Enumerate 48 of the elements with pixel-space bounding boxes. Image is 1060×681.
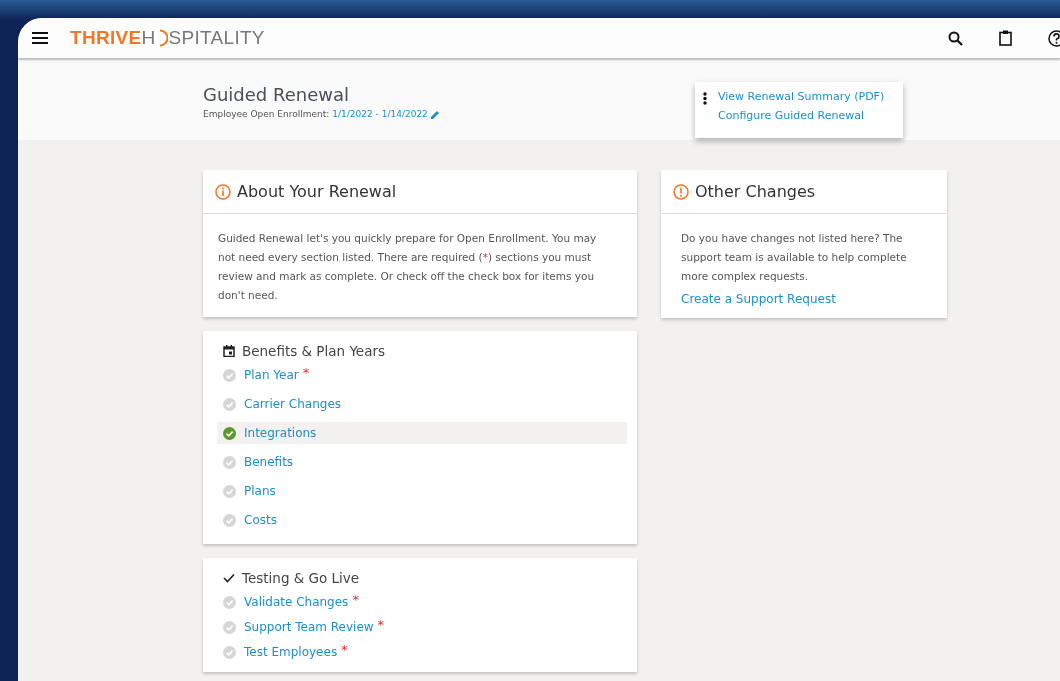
card-title: About Your Renewal xyxy=(237,182,397,201)
enrollment-label: Employee Open Enrollment: xyxy=(203,109,330,119)
brand-name: SPITALITY xyxy=(168,27,265,49)
required-asterisk: * xyxy=(302,365,310,380)
pending-check-icon[interactable] xyxy=(223,595,236,609)
support-request-link[interactable]: Create a Support Request xyxy=(661,292,947,318)
required-asterisk: * xyxy=(341,642,348,657)
card-title: Other Changes xyxy=(695,182,816,201)
search-icon[interactable] xyxy=(948,30,963,46)
clipboard-icon[interactable] xyxy=(999,30,1012,46)
arc-icon xyxy=(157,29,168,47)
pending-check-icon[interactable] xyxy=(223,620,236,634)
menu-icon[interactable] xyxy=(32,32,48,44)
info-icon xyxy=(215,183,231,200)
checkmark-icon xyxy=(223,573,235,583)
section-title: Benefits & Plan Years xyxy=(242,343,385,359)
section-item-link[interactable]: Benefits xyxy=(244,455,294,469)
pending-check-icon[interactable] xyxy=(223,513,236,527)
section-item-link[interactable]: Plan Year xyxy=(244,368,299,382)
alert-icon xyxy=(673,183,689,200)
pending-check-icon[interactable] xyxy=(223,484,236,498)
completed-check-icon[interactable] xyxy=(223,426,236,440)
section-title: Testing & Go Live xyxy=(242,570,360,586)
menu-item[interactable]: Configure Guided Renewal xyxy=(718,109,885,122)
page-title: Guided Renewal xyxy=(203,84,349,105)
required-asterisk: * xyxy=(377,617,385,632)
brand-name: H xyxy=(141,27,156,49)
other-changes-text: Do you have changes not listed here? The support team is available to help complete more complex requests. xyxy=(680,231,908,284)
required-asterisk: * xyxy=(352,592,359,607)
menu-item[interactable]: View Renewal Summary (PDF) xyxy=(718,90,885,103)
section-item-link[interactable]: Support Team Review xyxy=(244,620,374,634)
more-icon[interactable] xyxy=(703,92,707,105)
section-item-link[interactable]: Costs xyxy=(244,513,277,527)
pending-check-icon[interactable] xyxy=(223,368,236,382)
pending-check-icon[interactable] xyxy=(223,397,236,411)
about-text: Guided Renewal let's you quickly prepare for Open Enrollment. You may not need every section listed. There are required (*) sections you must review and mark as complete. Or check off the check box for items you don't need. xyxy=(217,231,598,303)
brand-name: THRIVE xyxy=(70,27,142,49)
pencil-icon[interactable] xyxy=(430,109,440,119)
section-item-link[interactable]: Carrier Changes xyxy=(244,397,342,411)
calendar-icon xyxy=(223,345,235,357)
section-item-link[interactable]: Plans xyxy=(244,484,276,498)
section-item-link[interactable]: Integrations xyxy=(244,426,317,440)
section-item-link[interactable]: Test Employees xyxy=(244,645,338,659)
pending-check-icon[interactable] xyxy=(223,645,236,659)
date-range-link[interactable]: 1/1/2022 - 1/14/2022 xyxy=(332,109,428,119)
section-item-link[interactable]: Validate Changes xyxy=(244,595,349,609)
pending-check-icon[interactable] xyxy=(223,455,236,469)
help-icon[interactable] xyxy=(1048,29,1060,47)
